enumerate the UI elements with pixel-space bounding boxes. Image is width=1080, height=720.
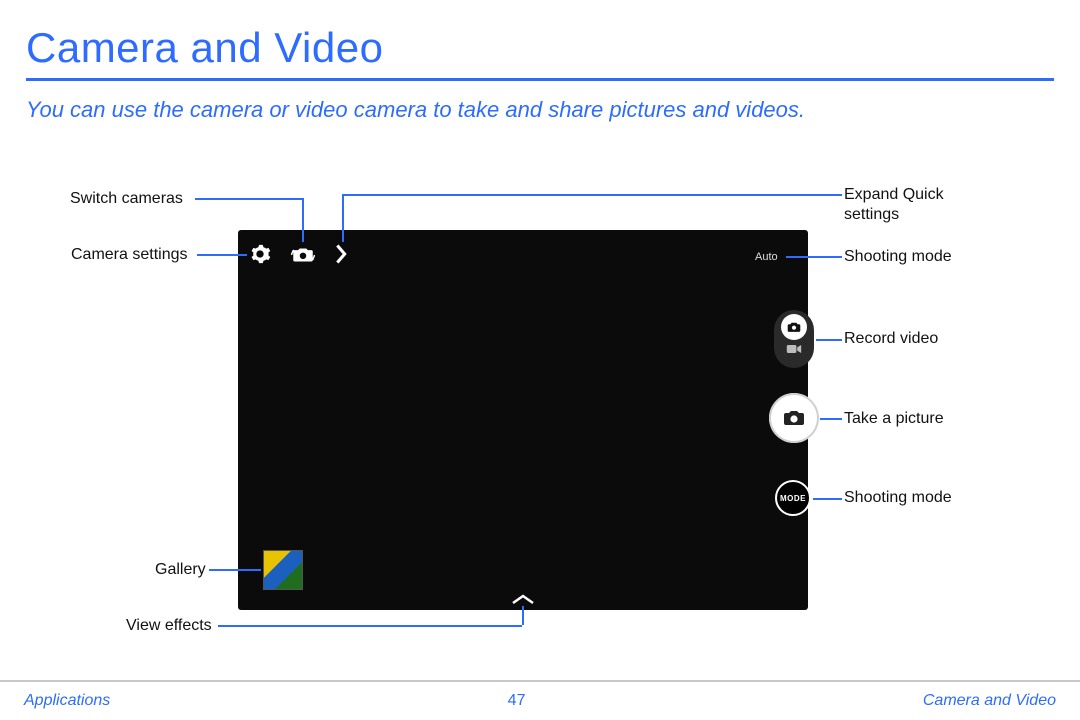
camera-icon xyxy=(781,314,807,340)
title-rule xyxy=(26,78,1054,81)
page-intro: You can use the camera or video camera t… xyxy=(26,95,1036,125)
label-view-effects: View effects xyxy=(126,617,212,635)
leader-line xyxy=(197,254,247,256)
video-camera-icon xyxy=(786,342,802,360)
switch-camera-icon[interactable] xyxy=(290,246,316,269)
chevron-right-icon[interactable] xyxy=(334,243,348,270)
leader-line xyxy=(522,606,524,625)
leader-line xyxy=(302,198,304,242)
camera-viewport xyxy=(238,230,808,610)
gallery-thumbnail[interactable] xyxy=(263,550,303,590)
leader-line xyxy=(218,625,522,627)
page-footer: Applications 47 Camera and Video xyxy=(0,680,1080,720)
footer-right: Camera and Video xyxy=(923,692,1056,710)
gear-icon[interactable] xyxy=(249,243,271,270)
label-shooting-mode-top: Shooting mode xyxy=(844,248,952,266)
leader-line xyxy=(195,198,302,200)
leader-line xyxy=(209,569,261,571)
shooting-mode-badge[interactable]: Auto xyxy=(755,251,778,263)
leader-line xyxy=(813,498,842,500)
leader-line xyxy=(816,339,842,341)
label-expand-quick-settings: Expand Quick settings xyxy=(844,185,974,225)
leader-line xyxy=(820,418,842,420)
label-gallery: Gallery xyxy=(155,561,206,579)
mode-button-label: MODE xyxy=(780,494,806,503)
label-record-video: Record video xyxy=(844,330,938,348)
label-shooting-mode-btn: Shooting mode xyxy=(844,489,952,507)
shutter-button[interactable] xyxy=(769,393,819,443)
label-switch-cameras: Switch cameras xyxy=(70,190,183,208)
label-camera-settings: Camera settings xyxy=(71,246,188,264)
mode-button[interactable]: MODE xyxy=(775,480,811,516)
footer-left: Applications xyxy=(24,692,110,710)
diagram-stage: Auto MODE Switch cameras Camera settings… xyxy=(0,180,1080,640)
page-title: Camera and Video xyxy=(26,24,1054,72)
leader-line xyxy=(786,256,842,258)
record-video-button[interactable] xyxy=(774,310,814,368)
leader-line xyxy=(342,194,842,196)
caret-up-icon[interactable] xyxy=(510,592,536,606)
leader-line xyxy=(342,194,344,242)
label-take-a-picture: Take a picture xyxy=(844,410,944,428)
footer-page-number: 47 xyxy=(508,692,526,710)
